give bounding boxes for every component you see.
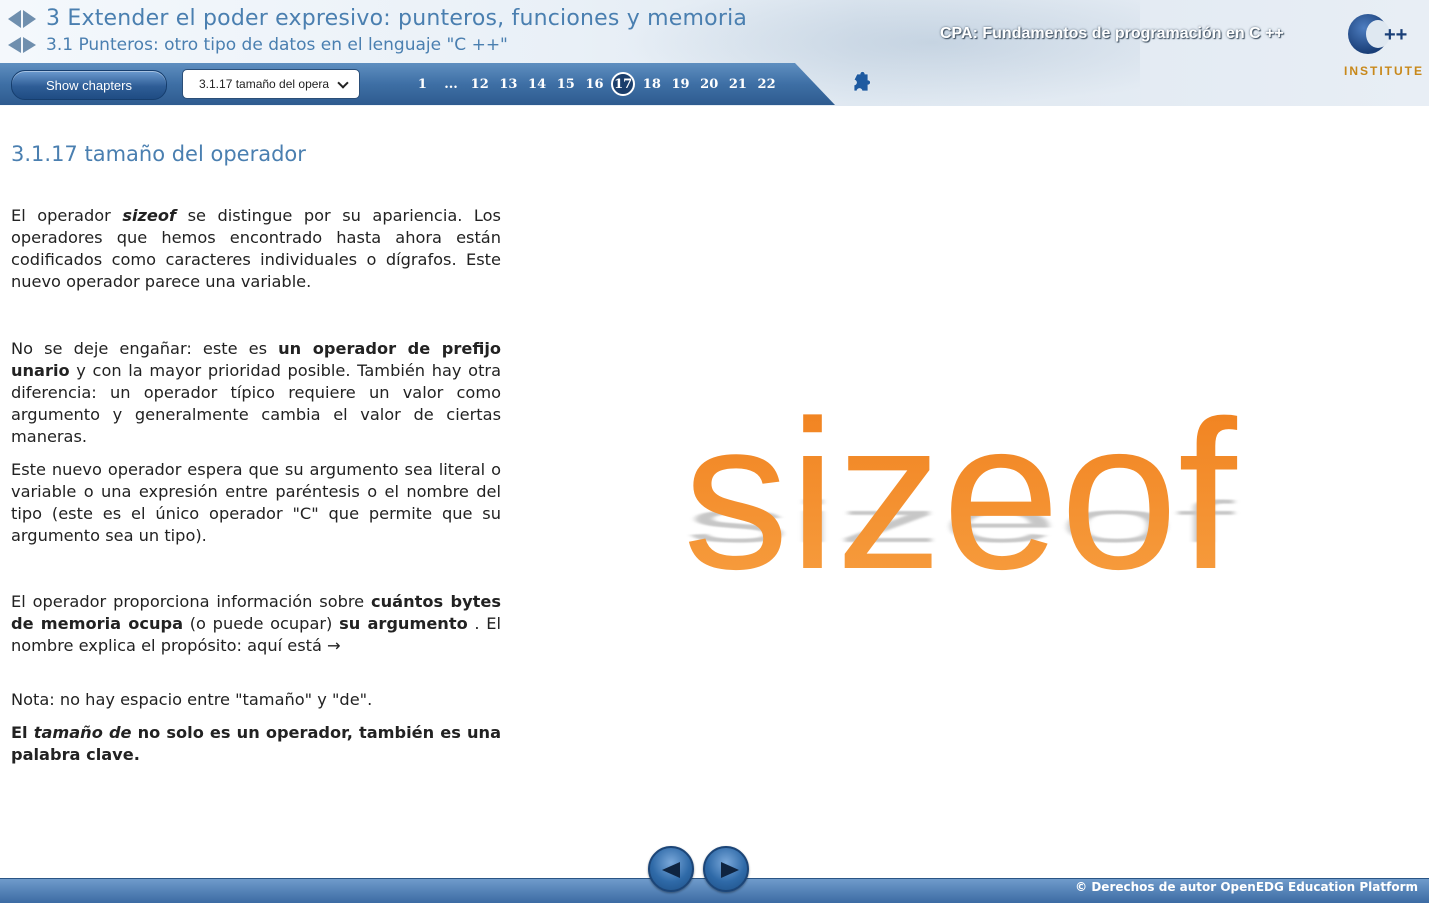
section-next-arrow-icon[interactable]: [23, 37, 36, 53]
globe-icon: [1348, 14, 1390, 54]
page-select-value: 3.1.17 tamaño del operador: [199, 77, 329, 91]
page-link[interactable]: 14: [523, 72, 552, 96]
p6-text-a: El: [11, 723, 34, 742]
paragraph-6: El tamaño de no solo es un operador, tam…: [11, 722, 501, 766]
puzzle-icon[interactable]: [848, 71, 874, 97]
arrow-right-icon: [721, 862, 739, 878]
sizeof-word: sizeof: [683, 380, 1238, 613]
page-number: 19: [671, 76, 690, 92]
paragraph-2: No se deje engañar: este es un operador …: [11, 338, 501, 448]
page-number: 21: [728, 76, 747, 92]
section-title: 3.1 Punteros: otro tipo de datos en el l…: [46, 35, 508, 55]
page-current[interactable]: 17: [609, 72, 638, 96]
page-number: 12: [470, 76, 489, 92]
chapter-arrows: [8, 9, 36, 28]
page-number: 15: [556, 76, 575, 92]
chapter-title-row: 3 Extender el poder expresivo: punteros,…: [8, 6, 747, 31]
page-title: 3.1.17 tamaño del operador: [11, 142, 306, 166]
p4-bold-2: su argumento: [339, 614, 468, 633]
chapter-prev-arrow-icon[interactable]: [8, 9, 21, 28]
previous-page-button[interactable]: [648, 846, 694, 892]
section-title-row: 3.1 Punteros: otro tipo de datos en el l…: [8, 35, 508, 55]
p4-text-c: (o puede ocupar): [183, 614, 340, 633]
page-number: 17: [611, 72, 636, 96]
page-link[interactable]: 20: [695, 72, 724, 96]
p2-text-c: y con la mayor prioridad posible. Tambié…: [11, 361, 501, 446]
p2-text-a: No se deje engañar: este es: [11, 339, 279, 358]
show-chapters-button[interactable]: Show chapters: [11, 70, 167, 100]
paragraph-3: Este nuevo operador espera que su argume…: [11, 460, 501, 545]
p4-text-a: El operador proporciona información sobr…: [11, 592, 372, 611]
cpp-institute-logo: ++ INSTITUTE: [1344, 12, 1424, 82]
section-prev-arrow-icon[interactable]: [8, 37, 21, 53]
page-link[interactable]: 19: [666, 72, 695, 96]
page-ellipsis: ...: [437, 72, 466, 96]
logo-plus: ++: [1384, 24, 1408, 46]
page-number: 13: [499, 76, 518, 92]
page-number: 22: [757, 76, 776, 92]
page-number: 20: [700, 76, 719, 92]
page-link[interactable]: 18: [638, 72, 667, 96]
page-link[interactable]: 21: [724, 72, 753, 96]
section-arrows: [8, 37, 36, 53]
page-pagination: 1... 12 13 14 15 16 17 18 19 20 21 22: [408, 72, 781, 96]
page-number: 14: [528, 76, 547, 92]
page-select-dropdown[interactable]: 3.1.17 tamaño del operador: [182, 69, 360, 99]
chapter-next-arrow-icon[interactable]: [23, 9, 36, 28]
logo-institute-text: INSTITUTE: [1344, 64, 1424, 78]
p6-italic: tamaño de: [33, 723, 132, 742]
page-link[interactable]: 13: [494, 72, 523, 96]
paragraph-4: El operador proporciona información sobr…: [11, 591, 501, 657]
sizeof-illustration: sizeof sizeof: [683, 380, 1238, 613]
course-title: CPA: Fundamentos de programación en C ++: [940, 25, 1284, 42]
page-link[interactable]: 12: [465, 72, 494, 96]
paragraph-1: El operador sizeof se distingue por su a…: [11, 205, 501, 293]
paragraph-5: Nota: no hay espacio entre "tamaño" y "d…: [11, 690, 373, 709]
arrow-left-icon: [662, 862, 680, 878]
chapter-title: 3 Extender el poder expresivo: punteros,…: [46, 6, 748, 31]
page-link[interactable]: 15: [551, 72, 580, 96]
next-page-button[interactable]: [703, 846, 749, 892]
copyright-text: © Derechos de autor OpenEDG Education Pl…: [1075, 880, 1418, 894]
chevron-down-icon: [337, 77, 349, 89]
page-link[interactable]: 1: [408, 72, 437, 96]
p1-text-a: El operador: [11, 206, 123, 225]
page-number: 18: [642, 76, 661, 92]
page-number: 16: [585, 76, 604, 92]
page-number: ...: [444, 76, 458, 92]
page-number: 1: [417, 76, 427, 92]
p1-sizeof: sizeof: [122, 206, 177, 225]
page-link[interactable]: 22: [752, 72, 781, 96]
page-link[interactable]: 16: [580, 72, 609, 96]
